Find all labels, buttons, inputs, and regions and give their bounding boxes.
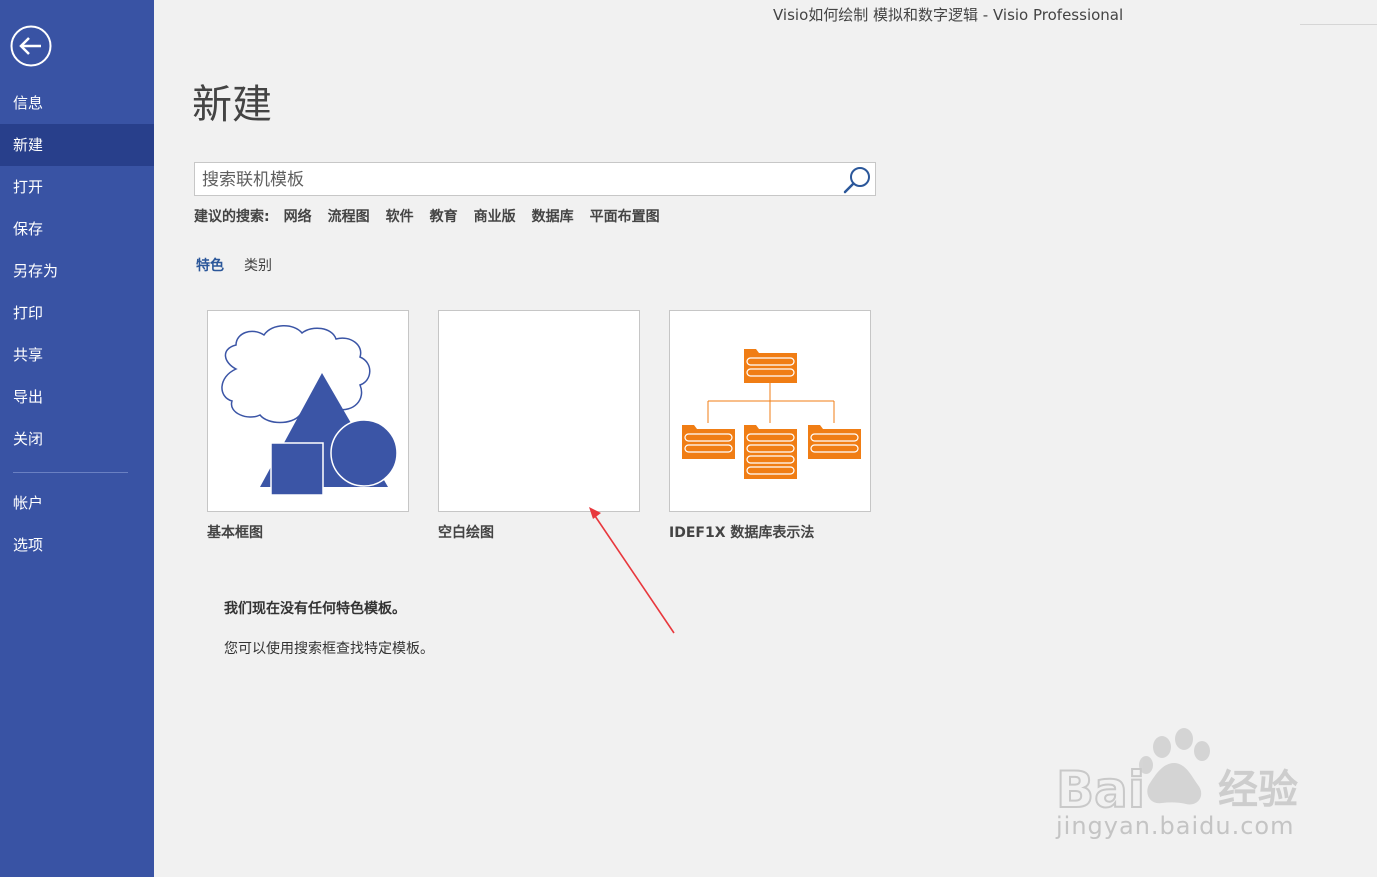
suggest-link-software[interactable]: 软件 bbox=[386, 209, 414, 225]
template-tabs: 特色 类别 bbox=[196, 255, 292, 275]
nav-save-as[interactable]: 另存为 bbox=[0, 250, 154, 292]
watermark-url: jingyan.baidu.com bbox=[1056, 812, 1295, 840]
nav-open[interactable]: 打开 bbox=[0, 166, 154, 208]
nav-close[interactable]: 关闭 bbox=[0, 418, 154, 460]
suggested-searches: 建议的搜索: 网络 流程图 软件 教育 商业版 数据库 平面布置图 bbox=[194, 206, 676, 226]
annotation-arrow-icon bbox=[589, 507, 675, 634]
template-card-blank-drawing[interactable] bbox=[438, 310, 640, 512]
nav-info[interactable]: 信息 bbox=[0, 82, 154, 124]
template-label-basic-diagram[interactable]: 基本框图 bbox=[207, 522, 263, 542]
nav-share[interactable]: 共享 bbox=[0, 334, 154, 376]
search-hint-message: 您可以使用搜索框查找特定模板。 bbox=[224, 641, 434, 657]
back-arrow-icon bbox=[10, 25, 52, 67]
no-featured-message: 我们现在没有任何特色模板。 bbox=[224, 601, 406, 617]
backstage-sidebar: 信息 新建 打开 保存 另存为 打印 共享 导出 关闭 帐户 选项 bbox=[0, 0, 154, 877]
template-search-box bbox=[194, 162, 876, 197]
window-title: Visio如何绘制 模拟和数字逻辑 - Visio Professional bbox=[773, 6, 1124, 24]
tab-featured[interactable]: 特色 bbox=[196, 258, 224, 274]
template-label-idef1x[interactable]: IDEF1X 数据库表示法 bbox=[669, 522, 814, 542]
search-button[interactable] bbox=[841, 164, 873, 194]
nav-save[interactable]: 保存 bbox=[0, 208, 154, 250]
template-card-idef1x[interactable] bbox=[669, 310, 871, 512]
basic-diagram-thumbnail-icon bbox=[221, 325, 398, 496]
title-bar-divider bbox=[1300, 24, 1377, 25]
suggest-link-network[interactable]: 网络 bbox=[284, 209, 312, 225]
back-button[interactable] bbox=[10, 25, 52, 67]
search-icon bbox=[843, 167, 870, 194]
tab-categories[interactable]: 类别 bbox=[244, 258, 272, 274]
nav-divider bbox=[13, 472, 128, 473]
nav-options[interactable]: 选项 bbox=[0, 524, 154, 566]
nav-account[interactable]: 帐户 bbox=[0, 482, 154, 524]
template-label-blank-drawing[interactable]: 空白绘图 bbox=[438, 522, 494, 542]
suggested-searches-label: 建议的搜索: bbox=[194, 209, 270, 225]
page-title: 新建 bbox=[192, 82, 272, 128]
suggest-link-flowchart[interactable]: 流程图 bbox=[328, 209, 370, 225]
idef1x-database-thumbnail-icon bbox=[682, 349, 861, 479]
nav-export[interactable]: 导出 bbox=[0, 376, 154, 418]
suggest-link-floor-plan[interactable]: 平面布置图 bbox=[590, 209, 660, 225]
suggest-link-database[interactable]: 数据库 bbox=[532, 209, 574, 225]
suggest-link-business[interactable]: 商业版 bbox=[474, 209, 516, 225]
suggest-link-education[interactable]: 教育 bbox=[430, 209, 458, 225]
svg-text:Bai: Bai bbox=[1056, 761, 1145, 819]
template-search-input[interactable] bbox=[195, 163, 844, 197]
template-card-basic-diagram[interactable] bbox=[207, 310, 409, 512]
nav-new[interactable]: 新建 bbox=[0, 124, 154, 166]
svg-text:经验: 经验 bbox=[1218, 767, 1298, 813]
nav-print[interactable]: 打印 bbox=[0, 292, 154, 334]
